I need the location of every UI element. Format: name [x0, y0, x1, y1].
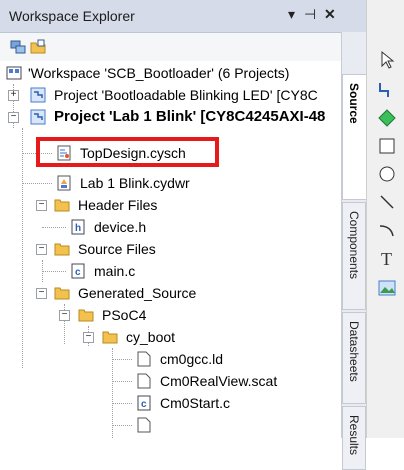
- project-icon: [30, 109, 46, 125]
- tree-item-label: device.h: [94, 219, 147, 235]
- tree-item-label: Generated_Source: [78, 285, 197, 301]
- tree-item-label: Header Files: [78, 197, 158, 213]
- collapse-icon[interactable]: −: [8, 112, 19, 123]
- tree-item-topdesign[interactable]: TopDesign.cysch: [0, 142, 340, 164]
- svg-text:h: h: [75, 223, 81, 234]
- panel-titlebar: Workspace Explorer ▾ ⊣ ✕: [0, 0, 366, 33]
- text-tool-icon[interactable]: T: [377, 248, 397, 268]
- line-tool-icon[interactable]: [377, 192, 397, 212]
- folder-icon: [54, 287, 70, 300]
- schematic-tool-palette: T: [366, 0, 404, 438]
- tree-item-partial[interactable]: [0, 414, 340, 436]
- pin-icon[interactable]: ⊣: [304, 6, 316, 23]
- panel-title: Workspace Explorer: [9, 8, 135, 24]
- folder-icon: [102, 331, 118, 344]
- svg-text:c: c: [75, 267, 81, 278]
- tree-item-label: main.c: [94, 263, 136, 279]
- collapse-icon[interactable]: −: [36, 288, 47, 299]
- tree-item-workspace[interactable]: 'Workspace 'SCB_Bootloader' (6 Projects): [0, 62, 340, 84]
- tree-item-label: PSoC4: [102, 307, 147, 323]
- tab-label: Source: [347, 83, 361, 124]
- component-tool-icon[interactable]: [377, 108, 397, 128]
- folder-icon: [54, 199, 70, 212]
- collapse-all-icon[interactable]: [10, 39, 26, 55]
- svg-text:T: T: [381, 249, 392, 268]
- window-position-icon[interactable]: ▾: [288, 6, 295, 23]
- project-icon: [30, 87, 46, 103]
- tree-item-source-files[interactable]: − Source Files: [0, 238, 340, 260]
- tree-guide: [22, 183, 52, 184]
- tree-item-cm0gcc[interactable]: cm0gcc.ld: [0, 348, 340, 370]
- pointer-icon[interactable]: [377, 50, 397, 70]
- tab-datasheets[interactable]: Datasheets: [342, 312, 366, 404]
- tab-label: Results: [347, 415, 361, 456]
- tree-guide: [112, 425, 132, 426]
- tab-components[interactable]: Components: [342, 202, 366, 310]
- tree-item-device-h[interactable]: h device.h: [0, 216, 340, 238]
- tree-guide: [22, 153, 52, 154]
- tree-item-header-files[interactable]: − Header Files: [0, 194, 340, 216]
- tree-item-label: Cm0RealView.scat: [160, 373, 278, 389]
- schematic-file-icon: [57, 145, 71, 161]
- tree-item-label: Source Files: [78, 241, 156, 257]
- tree-item-psoc4[interactable]: − PSoC4: [0, 304, 340, 326]
- tree-item-label: cy_boot: [126, 329, 176, 345]
- collapse-icon[interactable]: −: [36, 244, 47, 255]
- side-tab-strip: Source Components Datasheets Results: [341, 32, 366, 470]
- ellipse-tool-icon[interactable]: [377, 164, 397, 184]
- tree-item-generated-source[interactable]: − Generated_Source: [0, 282, 340, 304]
- tree-item-label: Project 'Bootloadable Blinking LED' [CY8…: [54, 87, 318, 103]
- collapse-icon[interactable]: −: [83, 332, 94, 343]
- collapse-icon[interactable]: −: [36, 200, 47, 211]
- workspace-icon: [6, 66, 22, 80]
- explorer-toolbar: [0, 33, 342, 61]
- file-icon: [137, 351, 151, 367]
- tree-guide: [112, 403, 132, 404]
- expand-icon[interactable]: +: [8, 90, 19, 101]
- tree-item-label: Cm0Start.c: [160, 395, 231, 411]
- tree-item-cm0realview[interactable]: Cm0RealView.scat: [0, 370, 340, 392]
- tree-guide: [42, 271, 66, 272]
- tree-guide: [112, 359, 132, 360]
- workspace-tree: 'Workspace 'SCB_Bootloader' (6 Projects)…: [0, 62, 340, 438]
- image-tool-icon[interactable]: [377, 278, 397, 298]
- svg-text:c: c: [141, 399, 147, 410]
- design-wide-resources-icon: [57, 175, 71, 191]
- tab-source[interactable]: Source: [342, 74, 366, 200]
- folder-icon: [54, 243, 70, 256]
- rectangle-tool-icon[interactable]: [377, 136, 397, 156]
- tree-guide: [42, 227, 66, 228]
- tree-item-cm0start[interactable]: c Cm0Start.c: [0, 392, 340, 414]
- show-all-files-icon[interactable]: [30, 39, 46, 55]
- tree-guide: [112, 381, 132, 382]
- tree-item-label: Lab 1 Blink.cydwr: [80, 175, 190, 191]
- collapse-icon[interactable]: −: [59, 310, 70, 321]
- close-icon[interactable]: ✕: [324, 6, 336, 23]
- c-source-file-icon: c: [137, 395, 151, 411]
- file-icon: [137, 373, 151, 389]
- wire-tool-icon[interactable]: [377, 80, 397, 100]
- tree-item-cydwr[interactable]: Lab 1 Blink.cydwr: [0, 172, 340, 194]
- file-icon: [137, 417, 151, 433]
- tab-label: Datasheets: [347, 321, 361, 382]
- tab-results[interactable]: Results: [342, 406, 366, 470]
- c-source-file-icon: c: [71, 263, 85, 279]
- tree-item-label: 'Workspace 'SCB_Bootloader' (6 Projects): [28, 65, 290, 81]
- tree-item-cy-boot[interactable]: − cy_boot: [0, 326, 340, 348]
- tab-label: Components: [347, 211, 361, 280]
- tree-item-label: Project 'Lab 1 Blink' [CY8C4245AXI-48: [54, 108, 326, 125]
- tree-item-main-c[interactable]: c main.c: [0, 260, 340, 282]
- tree-item-label: cm0gcc.ld: [160, 351, 224, 367]
- folder-icon: [78, 309, 94, 322]
- tree-item-project-lab1[interactable]: − Project 'Lab 1 Blink' [CY8C4245AXI-48: [0, 106, 340, 128]
- tree-item-label: TopDesign.cysch: [80, 145, 186, 161]
- arc-tool-icon[interactable]: [377, 220, 397, 240]
- header-file-icon: h: [71, 219, 85, 235]
- tree-item-project-bootloadable[interactable]: + Project 'Bootloadable Blinking LED' [C…: [0, 84, 340, 106]
